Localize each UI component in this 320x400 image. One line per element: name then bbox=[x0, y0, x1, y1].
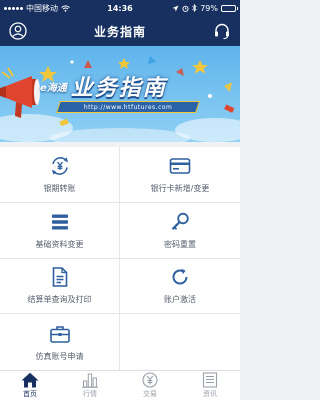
tab-market[interactable]: 行情 bbox=[60, 371, 120, 400]
user-icon bbox=[9, 22, 27, 40]
menu-item-label: 密码重置 bbox=[164, 239, 196, 249]
tab-label: 行情 bbox=[83, 390, 97, 398]
navigation-bar: 业务指南 bbox=[0, 16, 240, 46]
menu-item-label: 结算单查询及打印 bbox=[27, 295, 92, 305]
page-title: 业务指南 bbox=[93, 24, 146, 39]
home-icon bbox=[21, 372, 39, 388]
yen-transfer-icon bbox=[49, 155, 71, 177]
refresh-icon bbox=[169, 266, 191, 288]
alarm-clock-icon bbox=[182, 5, 189, 12]
menu-item-label: 仿真账号申请 bbox=[35, 351, 84, 361]
banner-ribbon: http://www.htfutures.com bbox=[56, 101, 200, 113]
bluetooth-icon bbox=[192, 4, 197, 12]
location-arrow-icon bbox=[172, 5, 179, 11]
user-profile-button[interactable] bbox=[8, 21, 28, 41]
tab-trade[interactable]: 交易 bbox=[120, 371, 180, 400]
menu-item-label: 银行卡新增/变更 bbox=[150, 183, 210, 193]
guide-banner[interactable]: e海通 业务指南 http://www.htfutures.com bbox=[0, 46, 240, 142]
menu-item-basic-info-change[interactable]: 基础资料变更 bbox=[0, 202, 120, 259]
customer-service-button[interactable] bbox=[212, 21, 232, 41]
guide-menu: 银期转账 银行卡新增/变更 基础资料变更 密码重置 结算单查询及打印 账户激活 … bbox=[0, 147, 240, 370]
banner-title: 业务指南 bbox=[70, 76, 167, 101]
signal-strength-icon bbox=[4, 6, 23, 10]
battery-percent: 79% bbox=[200, 3, 218, 13]
list-icon bbox=[49, 211, 71, 233]
status-time: 14:36 bbox=[107, 3, 133, 13]
app-screen: 中国移动 14:36 79% 业务指南 e海通 业务指南 http://www.… bbox=[0, 0, 240, 400]
battery-icon bbox=[221, 4, 238, 12]
menu-item-label: 银期转账 bbox=[43, 183, 76, 193]
carrier-name: 中国移动 bbox=[26, 3, 58, 13]
bottom-tab-bar: 首页 行情 交易 资讯 bbox=[0, 370, 240, 400]
banner-brand: e海通 bbox=[40, 82, 67, 94]
menu-item-password-reset[interactable]: 密码重置 bbox=[120, 203, 240, 259]
menu-item-simulation-account[interactable]: 仿真账号申请 bbox=[0, 314, 120, 370]
menu-item-label: 账户激活 bbox=[164, 295, 196, 305]
menu-item-bank-futures-transfer[interactable]: 银期转账 bbox=[0, 147, 120, 203]
banner-url: http://www.htfutures.com bbox=[83, 103, 173, 111]
menu-item-label: 基础资料变更 bbox=[35, 239, 84, 249]
news-icon bbox=[201, 372, 219, 388]
wifi-icon bbox=[61, 4, 70, 12]
headset-icon bbox=[215, 23, 229, 40]
menu-item-bank-card-change[interactable]: 银行卡新增/变更 bbox=[120, 147, 240, 203]
tab-home[interactable]: 首页 bbox=[0, 371, 60, 400]
tab-label: 资讯 bbox=[203, 390, 217, 398]
briefcase-icon bbox=[49, 323, 71, 345]
menu-item-statement-query-print[interactable]: 结算单查询及打印 bbox=[0, 258, 120, 315]
tab-label: 交易 bbox=[143, 390, 157, 398]
status-bar: 中国移动 14:36 79% bbox=[0, 0, 240, 16]
menu-item-account-activation[interactable]: 账户激活 bbox=[120, 259, 240, 315]
document-icon bbox=[49, 266, 71, 288]
tab-news[interactable]: 资讯 bbox=[180, 371, 240, 400]
key-icon bbox=[169, 211, 191, 233]
menu-item-empty bbox=[120, 314, 240, 370]
yen-circle-icon bbox=[141, 372, 159, 388]
market-chart-icon bbox=[81, 372, 99, 388]
tab-label: 首页 bbox=[23, 390, 37, 398]
bank-card-icon bbox=[169, 155, 191, 177]
